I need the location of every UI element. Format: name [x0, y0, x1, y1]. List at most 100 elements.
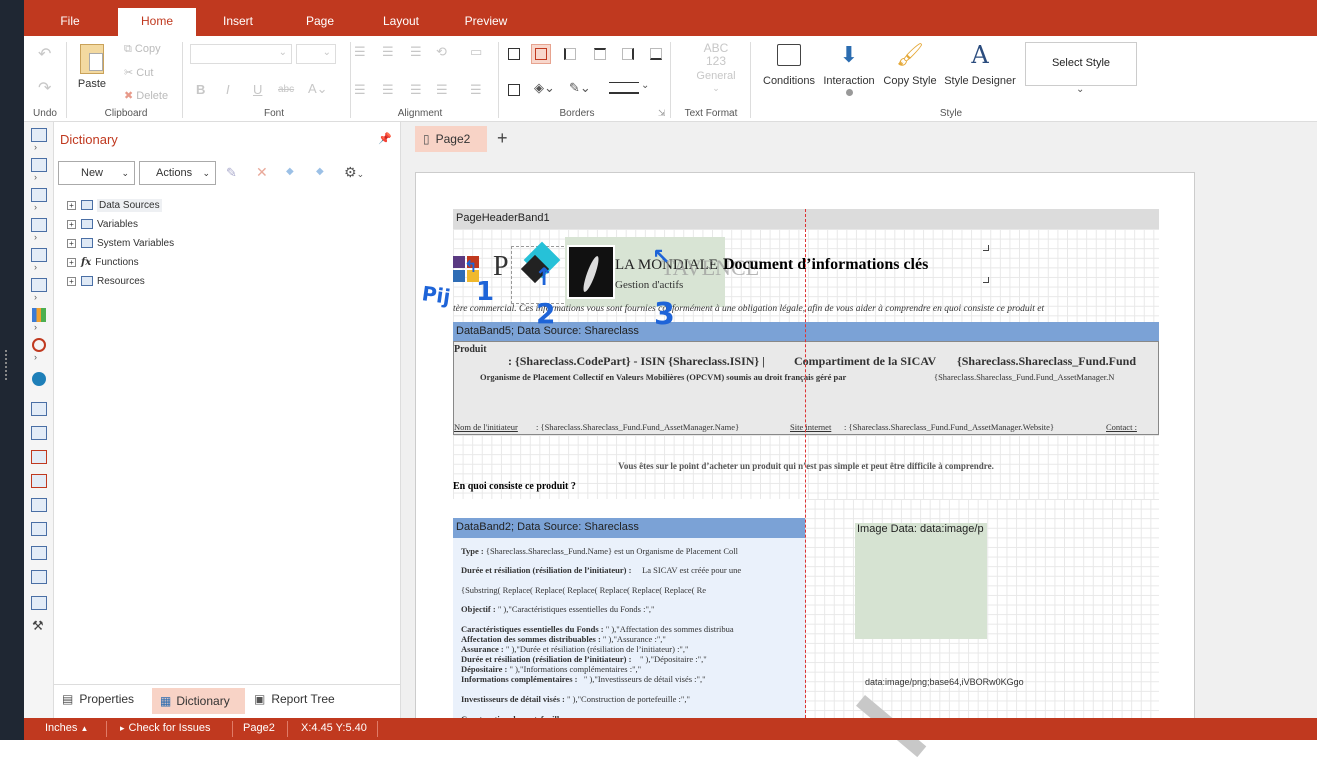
- chevron-right-icon[interactable]: ›: [34, 172, 37, 182]
- strikethrough-button[interactable]: abc: [278, 84, 294, 95]
- asset-manager-field[interactable]: {Shareclass.Shareclass_Fund.Fund_AssetMa…: [934, 372, 1158, 382]
- databand2-title[interactable]: DataBand2; Data Source: Shareclass: [453, 518, 805, 538]
- databand5-content[interactable]: Produit : {Shareclass.CodePart} - ISIN {…: [453, 341, 1159, 435]
- affect-row[interactable]: Affectation des sommes distribuables : "…: [461, 634, 666, 644]
- fill-color-icon[interactable]: ◈⌄: [534, 80, 555, 96]
- image-data-field[interactable]: data:image/png;base64,iVBORw0KGgo: [865, 677, 1024, 687]
- tab-properties[interactable]: ▤ Properties: [62, 692, 134, 706]
- paste-button[interactable]: Paste: [74, 44, 110, 90]
- border-style-icon[interactable]: [609, 82, 639, 94]
- delete-button[interactable]: ✖ Delete: [124, 89, 168, 102]
- chevron-down-icon[interactable]: ⌄: [1076, 84, 1084, 95]
- move-up-icon[interactable]: ◆: [286, 166, 294, 177]
- chevron-right-icon[interactable]: ›: [34, 322, 37, 332]
- databand5-title[interactable]: DataBand5; Data Source: Shareclass: [453, 322, 1159, 341]
- chevron-right-icon[interactable]: ›: [34, 232, 37, 242]
- site-field[interactable]: : {Shareclass.Shareclass_Fund.Fund_Asset…: [844, 422, 1054, 432]
- expand-icon[interactable]: +: [67, 200, 76, 210]
- text-component-icon[interactable]: [31, 218, 47, 232]
- align-left-icon[interactable]: ☰: [354, 44, 366, 60]
- chevron-right-icon[interactable]: ›: [34, 202, 37, 212]
- tab-file[interactable]: File: [54, 8, 86, 36]
- move-down-icon[interactable]: ◆: [316, 166, 324, 177]
- rich-text-icon[interactable]: [31, 474, 47, 488]
- conditions-button[interactable]: Conditions: [760, 44, 818, 87]
- intro-text[interactable]: tère commercial. Ces informations vous s…: [453, 304, 1159, 314]
- databand-icon[interactable]: [31, 158, 47, 172]
- border-left-icon[interactable]: [564, 48, 576, 60]
- add-page-button[interactable]: +: [497, 128, 508, 149]
- image-data-box[interactable]: Image Data: data:image/p: [855, 523, 987, 639]
- tree-item-variables[interactable]: + Variables: [67, 219, 138, 230]
- expand-icon[interactable]: +: [67, 238, 76, 248]
- tab-home[interactable]: Home: [118, 8, 196, 36]
- subreport-icon[interactable]: [31, 570, 47, 584]
- border-top-icon[interactable]: [594, 48, 606, 60]
- chart-icon[interactable]: [32, 308, 46, 322]
- tab-report-tree[interactable]: ▣ Report Tree: [254, 692, 335, 706]
- tab-dictionary[interactable]: ▦ Dictionary: [152, 688, 245, 714]
- pin-icon[interactable]: 📌: [378, 132, 392, 145]
- objectif-row[interactable]: Objectif : " ),"Caractéristiques essenti…: [461, 604, 655, 614]
- doc-title[interactable]: Document d’informations clés: [723, 256, 928, 274]
- shapes-icon[interactable]: [31, 278, 47, 292]
- cross-band-icon[interactable]: [31, 188, 47, 202]
- interaction-button[interactable]: ⬇ Interaction: [820, 42, 878, 96]
- tree-item-functions[interactable]: + fx Functions: [67, 257, 139, 268]
- databand2-content[interactable]: Type : {Shareclass.Shareclass_Fund.Name}…: [453, 538, 805, 733]
- tab-page[interactable]: Page: [304, 8, 336, 36]
- page-tab[interactable]: ▯ Page2: [415, 126, 487, 152]
- tree-item-system-variables[interactable]: + System Variables: [67, 238, 174, 249]
- chevron-right-icon[interactable]: ›: [34, 142, 37, 152]
- panel-icon[interactable]: [31, 498, 47, 512]
- page-header-band[interactable]: P LA MONDIALE TAVENCE Gestion d'actifs D…: [453, 229, 1159, 322]
- undo-icon[interactable]: ↶: [38, 44, 51, 64]
- border-none-button[interactable]: [531, 44, 551, 64]
- type-row[interactable]: Type : {Shareclass.Shareclass_Fund.Name}…: [461, 546, 791, 556]
- border-bottom-icon[interactable]: [650, 48, 662, 60]
- expand-icon[interactable]: +: [67, 257, 76, 267]
- tree-item-data-sources[interactable]: + Data Sources: [67, 199, 162, 212]
- expand-icon[interactable]: ⇲: [658, 108, 666, 119]
- chevron-right-icon[interactable]: ›: [34, 292, 37, 302]
- duree2-row[interactable]: Durée et résiliation (résiliation de l’i…: [461, 654, 707, 664]
- wrap-icon[interactable]: ▭: [470, 44, 482, 60]
- settings-icon[interactable]: ⚙⌄: [344, 164, 364, 181]
- justify-icon[interactable]: ☰: [436, 82, 448, 98]
- duree-row[interactable]: Durée et résiliation (résiliation de l’i…: [461, 565, 791, 575]
- map-icon[interactable]: [32, 372, 46, 386]
- chevron-down-icon[interactable]: ⌄: [641, 80, 649, 91]
- band-icon[interactable]: [31, 128, 47, 142]
- border-right-icon[interactable]: [622, 48, 634, 60]
- format-icon[interactable]: ☰: [470, 82, 482, 98]
- tab-preview[interactable]: Preview: [464, 8, 508, 36]
- opcvm-text[interactable]: Organisme de Placement Collectif en Vale…: [480, 372, 846, 382]
- substring-field[interactable]: {Substring( Replace( Replace( Replace( R…: [461, 585, 791, 595]
- italic-button[interactable]: I: [226, 82, 230, 97]
- invest-row[interactable]: Investisseurs de détail visés : " ),"Con…: [461, 694, 690, 704]
- chevron-right-icon[interactable]: ›: [34, 262, 37, 272]
- expand-icon[interactable]: +: [67, 219, 76, 229]
- format-general-select[interactable]: General ⌄: [688, 70, 744, 94]
- font-size-select[interactable]: ⌄: [296, 44, 336, 64]
- bold-button[interactable]: B: [196, 82, 205, 97]
- expand-icon[interactable]: +: [67, 276, 76, 286]
- shareclass-field[interactable]: : {Shareclass.CodePart} - ISIN {Sharecla…: [508, 354, 765, 369]
- fund-field[interactable]: {Shareclass.Shareclass_Fund.Fund: [957, 354, 1159, 369]
- tab-insert[interactable]: Insert: [220, 8, 256, 36]
- warning-band[interactable]: Vous êtes sur le point d’acheter un prod…: [453, 435, 1159, 499]
- style-designer-button[interactable]: A Style Designer: [942, 42, 1018, 87]
- en-quoi-heading[interactable]: En quoi consiste ce produit ?: [453, 481, 576, 492]
- check-issues-button[interactable]: ▸ Check for Issues: [120, 722, 210, 734]
- copy-style-button[interactable]: 🖌 Copy Style: [880, 42, 940, 87]
- align-right-icon[interactable]: ☰: [410, 44, 422, 60]
- resize-grip[interactable]: [5, 350, 9, 380]
- border-all-icon[interactable]: [508, 48, 520, 60]
- delete-icon[interactable]: ✕: [256, 164, 268, 181]
- page-header-band-title[interactable]: PageHeaderBand1: [453, 209, 1159, 229]
- font-color-icon[interactable]: A⌄: [308, 81, 328, 97]
- cut-button[interactable]: ✂ Cut: [124, 66, 153, 79]
- image-icon[interactable]: [31, 596, 47, 610]
- units-selector[interactable]: Inches ▲: [45, 722, 88, 734]
- chevron-right-icon[interactable]: ›: [34, 352, 37, 362]
